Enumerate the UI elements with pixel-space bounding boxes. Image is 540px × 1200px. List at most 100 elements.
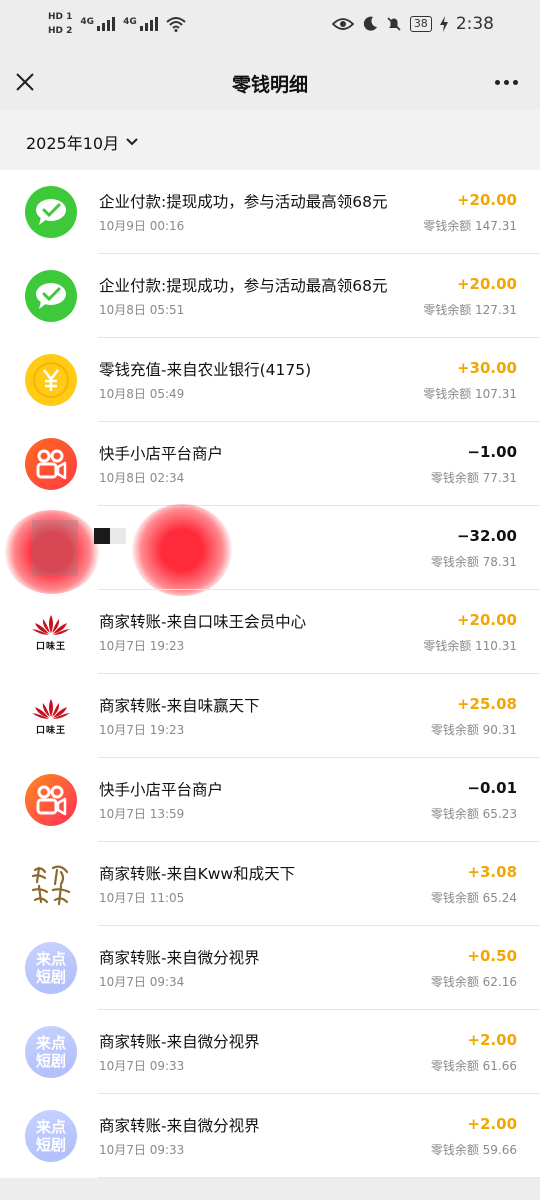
- laidian-line1: 来点: [35, 1118, 66, 1136]
- transaction-list: 企业付款:提现成功，参与活动最高领68元 10月9日 00:16 +20.00 …: [0, 170, 540, 1178]
- row-time: 10月7日 11:05: [99, 891, 185, 905]
- blurred-sticker: [132, 504, 232, 596]
- more-dot: [512, 79, 518, 85]
- row-amount: +2.00: [467, 1031, 517, 1049]
- row-time: 10月7日 09:33: [99, 1059, 185, 1073]
- chevron-down-icon: [126, 138, 138, 146]
- lotus-logo-text: 口味王: [35, 641, 66, 652]
- row-amount: +0.50: [467, 947, 517, 965]
- row-amount: +30.00: [456, 359, 517, 377]
- row-balance: 零钱余额 78.31: [430, 555, 517, 569]
- row-amount: −1.00: [467, 443, 517, 461]
- calligraphy-logo-icon: [25, 858, 77, 910]
- blurred-title-block: [94, 528, 126, 544]
- kuaishou-icon: [25, 438, 77, 490]
- row-amount: −32.00: [456, 527, 517, 545]
- blurred-avatar-box: [32, 520, 78, 576]
- hd1-label: HD 1: [48, 12, 73, 22]
- status-left: HD 1 HD 2 4G 4G: [48, 11, 186, 37]
- row-time: 10月7日 09:33: [99, 1143, 185, 1157]
- clock: 2:38: [455, 14, 494, 34]
- laidian-duanju-icon: 来点 短剧: [25, 1026, 77, 1078]
- laidian-line1: 来点: [35, 1034, 66, 1052]
- transaction-row[interactable]: 口味王 商家转账-来自味赢天下 10月7日 19:23 +25.08 零钱余额 …: [0, 674, 540, 758]
- signal-1-icon: 4G: [80, 17, 116, 31]
- transaction-row[interactable]: 企业付款:提现成功，参与活动最高领68元 10月8日 05:51 +20.00 …: [0, 254, 540, 338]
- row-title: 企业付款:提现成功，参与活动最高领68元: [99, 277, 388, 295]
- transaction-row[interactable]: 来点 短剧 商家转账-来自微分视界 10月7日 09:34 +0.50 零钱余额…: [0, 926, 540, 1010]
- row-title: 商家转账-来自Kww和成天下: [99, 865, 296, 883]
- status-bar: HD 1 HD 2 4G 4G 38 2:38: [0, 0, 540, 56]
- row-time: 10月8日 05:49: [99, 387, 185, 401]
- status-right: 38 2:38: [331, 14, 494, 34]
- transaction-row[interactable]: 商家转账-来自Kww和成天下 10月7日 11:05 +3.08 零钱余额 65…: [0, 842, 540, 926]
- kuaishou-icon: [25, 774, 77, 826]
- nav-bar: 零钱明细: [0, 56, 540, 110]
- row-amount: +20.00: [456, 611, 517, 629]
- lotus-logo-icon: 口味王: [25, 606, 77, 658]
- row-amount: −0.01: [467, 779, 517, 797]
- row-title: 商家转账-来自味赢天下: [99, 697, 260, 715]
- row-amount: +3.08: [467, 863, 517, 881]
- lotus-logo-text: 口味王: [35, 725, 66, 736]
- wechat-icon: [25, 186, 77, 238]
- more-button[interactable]: [486, 66, 526, 98]
- wechat-icon: [25, 270, 77, 322]
- row-amount: +25.08: [456, 695, 517, 713]
- row-balance: 零钱余额 65.24: [430, 891, 517, 905]
- row-amount: +2.00: [467, 1115, 517, 1133]
- row-balance: 零钱余额 110.31: [423, 639, 517, 653]
- row-balance: 零钱余额 147.31: [423, 219, 517, 233]
- laidian-line1: 来点: [35, 950, 66, 968]
- eye-icon: [331, 18, 354, 30]
- net1-label: 4G: [80, 17, 95, 27]
- laidian-line2: 短剧: [35, 968, 66, 986]
- laidian-line2: 短剧: [35, 1136, 66, 1154]
- row-balance: 零钱余额 62.16: [430, 975, 517, 989]
- row-balance: 零钱余额 77.31: [430, 471, 517, 485]
- transaction-row[interactable]: 来点 短剧 商家转账-来自微分视界 10月7日 09:33 +2.00 零钱余额…: [0, 1010, 540, 1094]
- row-balance: 零钱余额 61.66: [430, 1059, 517, 1073]
- row-balance: 零钱余额 59.66: [430, 1143, 517, 1157]
- month-label: 2025年10月: [26, 134, 120, 153]
- month-selector[interactable]: 2025年10月: [26, 130, 139, 154]
- more-dot: [494, 79, 500, 85]
- signal-2-icon: 4G: [123, 17, 158, 31]
- row-time: 10月7日 19:23: [99, 723, 185, 737]
- row-balance: 零钱余额 127.31: [423, 303, 517, 317]
- laidian-line2: 短剧: [35, 1052, 66, 1070]
- row-amount: +20.00: [456, 191, 517, 209]
- transaction-row[interactable]: 企业付款:提现成功，参与活动最高领68元 10月9日 00:16 +20.00 …: [0, 170, 540, 254]
- row-title: 商家转账-来自微分视界: [99, 949, 260, 967]
- hd2-label: HD 2: [48, 26, 73, 36]
- row-title: 商家转账-来自微分视界: [99, 1033, 260, 1051]
- row-title: 商家转账-来自微分视界: [99, 1117, 260, 1135]
- transaction-row[interactable]: 口味王 商家转账-来自口味王会员中心 10月7日 19:23 +20.00 零钱…: [0, 590, 540, 674]
- row-title: 零钱充值-来自农业银行(4175): [99, 361, 312, 379]
- row-balance: 零钱余额 90.31: [430, 723, 517, 737]
- laidian-duanju-icon: 来点 短剧: [25, 1110, 77, 1162]
- row-balance: 零钱余额 107.31: [423, 387, 517, 401]
- transaction-row[interactable]: 来点 短剧 商家转账-来自微分视界 10月7日 09:33 +2.00 零钱余额…: [0, 1094, 540, 1178]
- row-title: 商家转账-来自口味王会员中心: [99, 613, 307, 631]
- transaction-row[interactable]: −32.00 零钱余额 78.31: [0, 504, 540, 596]
- more-dot: [503, 79, 509, 85]
- row-time: 10月7日 13:59: [99, 807, 185, 821]
- row-title: 快手小店平台商户: [99, 781, 224, 799]
- page-title: 零钱明细: [231, 74, 308, 96]
- transaction-row[interactable]: 快手小店平台商户 10月8日 02:34 −1.00 零钱余额 77.31: [0, 422, 540, 506]
- lotus-logo-icon: 口味王: [25, 690, 77, 742]
- row-title: 快手小店平台商户: [99, 445, 224, 463]
- mute-bell-icon: [387, 17, 401, 31]
- row-time: 10月7日 19:23: [99, 639, 185, 653]
- row-amount: +20.00: [456, 275, 517, 293]
- hd-indicator: HD 1 HD 2: [48, 11, 72, 37]
- net2-label: 4G: [123, 17, 137, 27]
- transaction-row[interactable]: 快手小店平台商户 10月7日 13:59 −0.01 零钱余额 65.23: [0, 758, 540, 842]
- row-time: 10月8日 02:34: [99, 471, 185, 485]
- laidian-duanju-icon: 来点 短剧: [25, 942, 77, 994]
- charging-icon: [439, 16, 448, 32]
- row-title: 企业付款:提现成功，参与活动最高领68元: [99, 193, 388, 211]
- transaction-row[interactable]: 零钱充值-来自农业银行(4175) 10月8日 05:49 +30.00 零钱余…: [0, 338, 540, 422]
- row-time: 10月8日 05:51: [99, 303, 185, 317]
